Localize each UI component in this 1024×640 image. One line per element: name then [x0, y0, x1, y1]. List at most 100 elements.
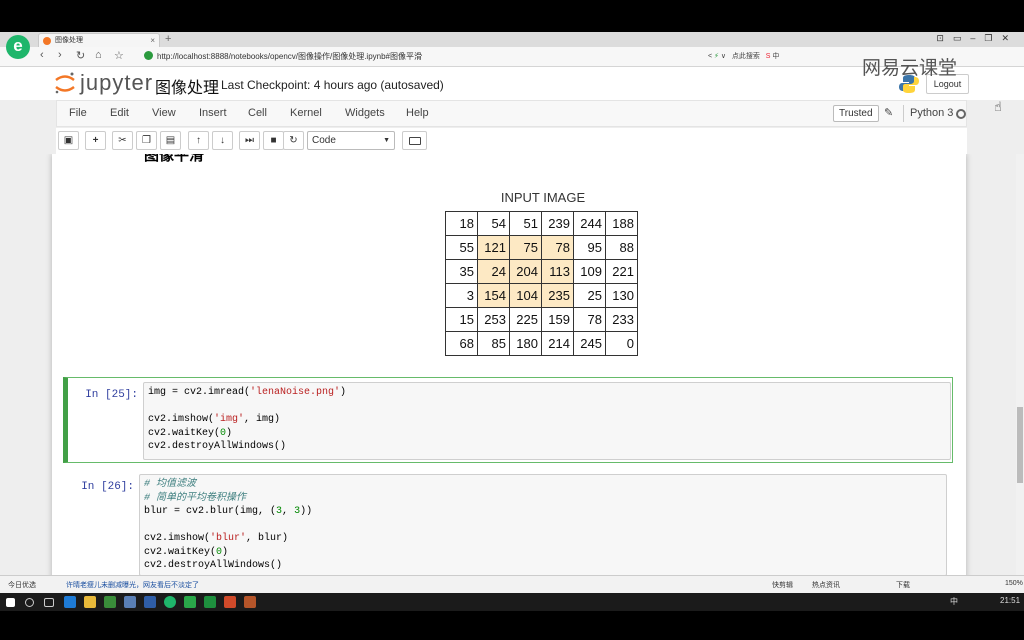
grid-cell: 214 — [541, 331, 574, 356]
status-news-tip[interactable]: 许晴老瘦儿未删减曝光，网友看后不淡定了 — [66, 580, 199, 590]
paste-icon[interactable]: ▤ — [160, 131, 181, 150]
reload-icon[interactable]: ↻ — [76, 49, 85, 62]
grid-cell: 130 — [605, 283, 638, 308]
grid-cell: 3 — [445, 283, 478, 308]
browser-tab[interactable]: 图像处理 × — [38, 33, 160, 47]
cell-prompt: In [25]: — [85, 389, 138, 401]
menu-help[interactable]: Help — [406, 107, 429, 119]
grid-row: 18 54 51 239 244 188 — [445, 211, 638, 236]
menu-widgets[interactable]: Widgets — [345, 107, 385, 119]
tray-language[interactable]: 中 — [950, 596, 958, 607]
app-icon[interactable] — [144, 596, 156, 608]
code-editor[interactable]: # 均值滤波 # 简单的平均卷积操作 blur = cv2.blur(img, (3… — [139, 474, 947, 575]
code-line: img = cv2.imread('lenaNoise.png') — [148, 387, 347, 398]
jupyter-logo-icon[interactable] — [54, 71, 76, 95]
search-hint[interactable]: 点此搜索 — [732, 53, 760, 60]
forward-icon[interactable]: › — [58, 49, 62, 61]
screen: 图像处理 × + ⊡▭–❐✕ e ‹ › ↻ ⌂ ☆ http://localh… — [0, 32, 1024, 593]
tab-close-icon[interactable]: × — [150, 34, 155, 47]
home-icon[interactable]: ⌂ — [95, 49, 102, 61]
add-cell-icon[interactable]: + — [85, 131, 106, 150]
search-icon[interactable] — [25, 598, 34, 607]
tab-title: 图像处理 — [55, 37, 83, 44]
code-line: blur = cv2.blur(img, (3, 3)) — [144, 506, 313, 517]
markdown-heading: 图像平滑 — [144, 154, 205, 164]
notebook-title[interactable]: 图像处理 — [155, 74, 219, 98]
ie-icon[interactable] — [64, 596, 76, 608]
new-tab-button[interactable]: + — [165, 32, 171, 46]
task-view-icon[interactable] — [44, 598, 54, 607]
cell-prompt: In [26]: — [81, 481, 134, 493]
edit-pencil-icon[interactable]: ✎ — [884, 106, 893, 119]
code-cell-25[interactable]: In [25]: img = cv2.imread('lenaNoise.png… — [63, 377, 953, 463]
app-icon[interactable] — [104, 596, 116, 608]
copy-icon[interactable]: ❐ — [136, 131, 157, 150]
browser-extensions: < ⚡ ∨ 点此搜索 S 中 — [708, 50, 779, 64]
status-download-label[interactable]: 下载 — [896, 580, 910, 590]
mail-icon[interactable] — [124, 596, 136, 608]
menu-edit[interactable]: Edit — [110, 107, 129, 119]
move-up-icon[interactable]: ↑ — [188, 131, 209, 150]
menu-kernel[interactable]: Kernel — [290, 107, 322, 119]
cut-icon[interactable]: ✂ — [112, 131, 133, 150]
browser-taskbar-icon[interactable] — [164, 596, 176, 608]
share-icon[interactable]: < — [708, 53, 712, 60]
grid-cell: 159 — [541, 307, 574, 332]
app-icon[interactable] — [244, 596, 256, 608]
favorite-icon[interactable]: ☆ — [114, 49, 124, 62]
secure-icon — [144, 51, 153, 60]
window-controls[interactable]: ⊡▭–❐✕ — [936, 33, 1018, 44]
input-method-icon[interactable]: S — [766, 53, 771, 60]
back-icon[interactable]: ‹ — [40, 49, 44, 61]
chevron-down-icon: ▼ — [383, 137, 390, 144]
grid-cell: 88 — [605, 235, 638, 260]
mouse-cursor-icon: ☝ — [994, 99, 1002, 114]
grid-cell: 180 — [509, 331, 542, 356]
taskbar-clock[interactable]: 21:51 — [1000, 596, 1020, 605]
notebook-page: 图像平滑 INPUT IMAGE 18 54 51 239 244 188 55 121 75 7… — [52, 154, 966, 575]
kernel-name[interactable]: Python 3 — [903, 105, 953, 122]
notebook-toolbar: ▣ + ✂ ❐ ▤ ↑ ↓ ⏭ ■ ↻ Code ▼ — [56, 128, 967, 154]
menu-file[interactable]: File — [69, 107, 87, 119]
notebook-content[interactable]: 图像平滑 INPUT IMAGE 18 54 51 239 244 188 55 121 75 7… — [0, 154, 1024, 575]
input-method-lang[interactable]: 中 — [772, 53, 779, 60]
grid-cell: 55 — [445, 235, 478, 260]
browser-status-bar: 今日优选 许晴老瘦儿未删减曝光，网友看后不淡定了 快剪辑 热点资讯 下载 150… — [0, 575, 1024, 593]
app-icon[interactable] — [224, 596, 236, 608]
trusted-badge[interactable]: Trusted — [833, 105, 879, 122]
command-palette-button[interactable] — [402, 131, 427, 150]
cell-type-select[interactable]: Code ▼ — [307, 131, 395, 150]
jupyter-logo-text[interactable]: jupyter — [80, 70, 153, 96]
code-editor[interactable]: img = cv2.imread('lenaNoise.png') cv2.ims… — [143, 382, 951, 460]
grid-cell: 24 — [477, 259, 510, 284]
stop-icon[interactable]: ■ — [263, 131, 284, 150]
scrollbar-thumb[interactable] — [1017, 407, 1023, 483]
menu-insert[interactable]: Insert — [199, 107, 227, 119]
url-field[interactable]: http://localhost:8888/notebooks/opencv/图… — [144, 50, 704, 64]
run-icon[interactable]: ⏭ — [239, 131, 260, 150]
windows-start-icon[interactable] — [6, 598, 15, 607]
lightning-icon[interactable]: ⚡ — [714, 53, 719, 60]
menu-cell[interactable]: Cell — [248, 107, 267, 119]
folder-icon[interactable] — [84, 596, 96, 608]
restart-icon[interactable]: ↻ — [283, 131, 304, 150]
status-news-label[interactable]: 热点资讯 — [812, 580, 840, 590]
status-zoom[interactable]: 150% — [1005, 580, 1023, 587]
status-video-label[interactable]: 快剪辑 — [772, 580, 793, 590]
menu-view[interactable]: View — [152, 107, 176, 119]
grid-cell: 233 — [605, 307, 638, 332]
dropdown-icon[interactable]: ∨ — [721, 53, 726, 60]
browser-logo-icon[interactable]: e — [6, 35, 30, 59]
save-icon[interactable]: ▣ — [58, 131, 79, 150]
app-icon[interactable] — [184, 596, 196, 608]
status-left-label[interactable]: 今日优选 — [8, 580, 36, 590]
grid-cell: 54 — [477, 211, 510, 236]
code-line: cv2.destroyAllWindows() — [144, 560, 283, 571]
move-down-icon[interactable]: ↓ — [212, 131, 233, 150]
app-icon[interactable] — [204, 596, 216, 608]
page-scrollbar[interactable] — [1016, 154, 1024, 575]
code-line: cv2.waitKey(0) — [144, 546, 229, 558]
checkpoint-status: Last Checkpoint: 4 hours ago (autosaved) — [221, 78, 444, 92]
code-cell-26[interactable]: In [26]: # 均值滤波 # 简单的平均卷积操作 blur = cv2.blu… — [63, 469, 953, 575]
